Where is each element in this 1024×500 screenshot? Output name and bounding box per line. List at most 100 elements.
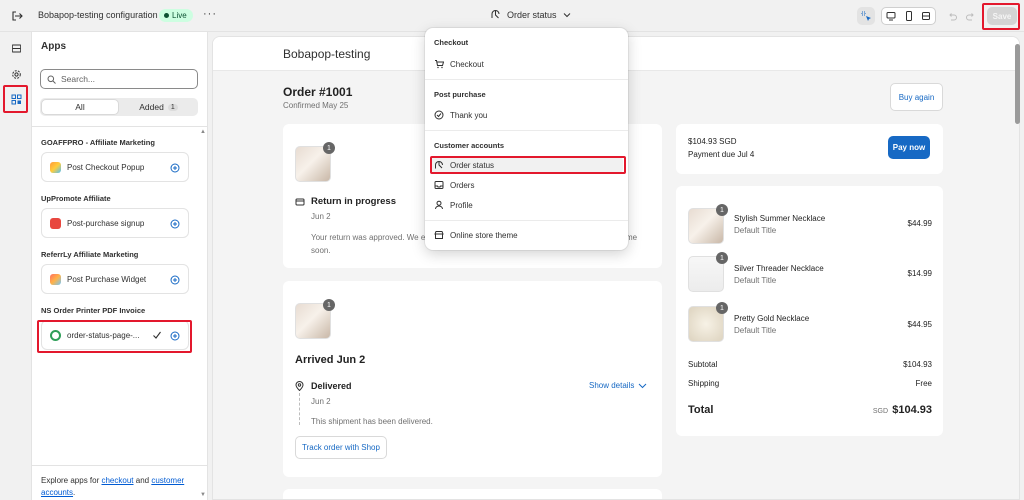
preview-scrollbar[interactable] xyxy=(1014,38,1021,500)
live-badge: Live xyxy=(159,9,193,22)
product-thumbnail: 1 xyxy=(688,252,728,292)
redo-icon[interactable] xyxy=(964,7,976,25)
panel-divider xyxy=(32,126,208,127)
quantity-badge: 1 xyxy=(323,299,335,311)
product-thumbnail: 1 xyxy=(688,302,728,342)
dropdown-divider xyxy=(425,220,628,221)
menu-item-orders[interactable]: Orders xyxy=(434,178,474,192)
menu-item-thank-you[interactable]: Thank you xyxy=(434,108,487,122)
checkout-link[interactable]: checkout xyxy=(101,476,133,485)
app-card-order-status-page[interactable]: order-status-page-... xyxy=(41,320,189,350)
return-message: Your return was approved. We e xyxy=(311,233,426,242)
app-card-post-purchase-signup[interactable]: Post-purchase signup xyxy=(41,208,189,238)
app-group-title: ReferrLy Affiliate Marketing xyxy=(41,250,139,259)
shipping-label: Shipping xyxy=(688,379,720,388)
return-message-line2: soon. xyxy=(311,246,331,255)
app-card-post-purchase-widget[interactable]: Post Purchase Widget xyxy=(41,264,189,294)
shop-name: Bobapop-testing xyxy=(283,47,371,61)
more-actions-button[interactable]: ··· xyxy=(203,8,217,20)
shipping-value: Free xyxy=(915,379,932,388)
menu-item-checkout[interactable]: Checkout xyxy=(434,57,484,71)
order-confirmed-date: Confirmed May 25 xyxy=(283,101,349,110)
scroll-up-icon[interactable]: ▲ xyxy=(200,129,206,135)
delivery-date: Jun 2 xyxy=(311,397,331,406)
page-selector-label: Order status xyxy=(507,9,557,20)
apps-panel: Apps Search... All Added 1 ▲ GOAFFPRO - A… xyxy=(32,32,208,500)
next-card xyxy=(283,489,662,499)
inspector-button[interactable] xyxy=(857,7,875,25)
menu-item-profile[interactable]: Profile xyxy=(434,198,473,212)
apps-icon[interactable] xyxy=(8,91,24,107)
add-block-icon[interactable] xyxy=(169,162,180,173)
checkmark-icon xyxy=(152,330,162,340)
app-card-label: order-status-page-... xyxy=(67,330,140,340)
app-group-title: UpPromote Affiliate xyxy=(41,194,111,203)
menu-item-online-store-theme[interactable]: Online store theme xyxy=(434,228,518,242)
pay-now-button[interactable]: Pay now xyxy=(888,136,930,159)
cart-icon xyxy=(435,60,444,69)
item-variant: Default Title xyxy=(734,276,777,285)
goaffpro-logo-icon xyxy=(50,161,61,173)
footer-text: and xyxy=(133,476,152,485)
subtotal-label: Subtotal xyxy=(688,360,718,369)
inbox-icon xyxy=(434,181,444,189)
undo-icon[interactable] xyxy=(946,7,958,25)
viewport-toggle-group xyxy=(881,7,936,25)
show-details-link[interactable]: Show details xyxy=(589,381,647,390)
app-card-label: Post Checkout Popup xyxy=(67,162,145,172)
buy-again-button[interactable]: Buy again xyxy=(890,83,943,111)
menu-item-label: Thank you xyxy=(450,110,488,120)
order-summary-card: 1 Stylish Summer Necklace Default Title … xyxy=(676,186,943,436)
tab-added[interactable]: Added 1 xyxy=(120,99,197,115)
added-count-badge: 1 xyxy=(167,103,178,111)
total-value: $104.93 xyxy=(892,404,932,416)
search-input[interactable]: Search... xyxy=(40,69,198,89)
shipment-card: 1 Arrived Jun 2 Delivered Jun 2 This shi… xyxy=(283,281,662,477)
add-block-icon[interactable] xyxy=(169,218,180,229)
menu-item-label: Checkout xyxy=(450,59,484,69)
save-button[interactable]: Save xyxy=(987,7,1017,25)
app-card-post-checkout-popup[interactable]: Post Checkout Popup xyxy=(41,152,189,182)
item-name: Stylish Summer Necklace xyxy=(734,214,826,223)
sections-icon[interactable] xyxy=(8,40,24,56)
live-label: Live xyxy=(172,11,187,20)
scroll-down-icon[interactable]: ▼ xyxy=(200,492,206,498)
add-block-icon[interactable] xyxy=(169,274,180,285)
order-status-icon xyxy=(435,161,443,169)
search-placeholder: Search... xyxy=(61,74,96,84)
left-rail xyxy=(0,32,32,500)
item-variant: Default Title xyxy=(734,326,777,335)
fullscreen-view-icon[interactable] xyxy=(917,11,935,21)
delivery-status: Delivered xyxy=(311,381,352,391)
quantity-badge: 1 xyxy=(716,302,728,314)
product-thumbnail: 1 xyxy=(295,142,335,182)
apps-panel-title: Apps xyxy=(41,41,66,52)
track-order-button[interactable]: Track order with Shop xyxy=(295,436,387,459)
footer-divider xyxy=(32,465,208,466)
timeline-line xyxy=(299,393,300,425)
desktop-view-icon[interactable] xyxy=(882,11,900,21)
payment-amount: $104.93 SGD xyxy=(688,137,737,146)
tab-all[interactable]: All xyxy=(41,99,119,115)
arrived-title: Arrived Jun 2 xyxy=(295,354,366,366)
total-label: Total xyxy=(688,404,714,416)
menu-item-label: Orders xyxy=(450,180,475,190)
mobile-view-icon[interactable] xyxy=(900,11,918,21)
ns-order-printer-logo-icon xyxy=(50,329,61,341)
item-price: $44.99 xyxy=(907,219,932,228)
return-title: Return in progress xyxy=(311,196,396,207)
settings-icon[interactable] xyxy=(8,66,24,82)
person-icon xyxy=(435,200,443,210)
quantity-badge: 1 xyxy=(716,204,728,216)
app-group-title: GOAFFPRO - Affiliate Marketing xyxy=(41,138,155,147)
menu-item-order-status[interactable]: Order status xyxy=(434,158,494,172)
dropdown-section-heading: Customer accounts xyxy=(434,141,505,150)
app-card-label: Post Purchase Widget xyxy=(67,274,147,284)
return-date: Jun 2 xyxy=(311,212,331,221)
chevron-down-icon xyxy=(563,11,571,19)
product-thumbnail: 1 xyxy=(688,204,728,244)
add-block-icon[interactable] xyxy=(169,330,180,341)
page-selector[interactable]: Order status xyxy=(490,9,571,20)
scrollbar-thumb[interactable] xyxy=(1015,44,1020,124)
exit-icon[interactable] xyxy=(10,9,24,23)
